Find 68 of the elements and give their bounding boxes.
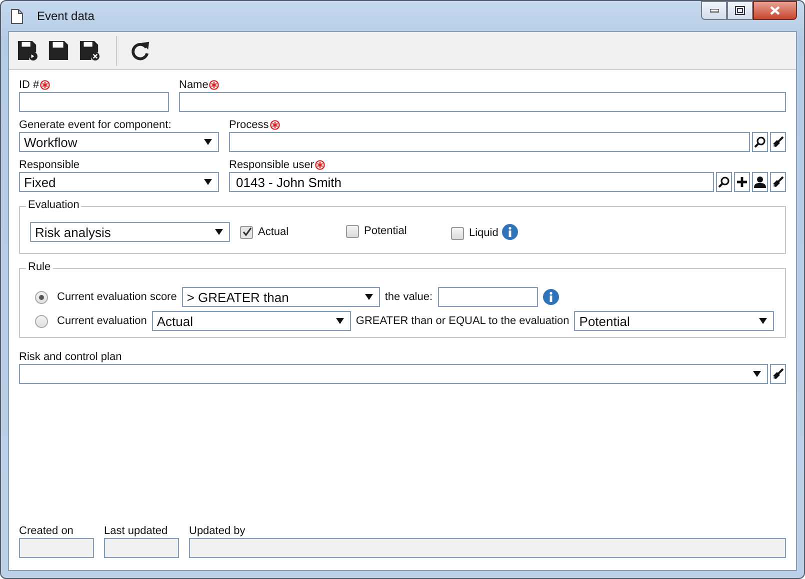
- responsible-dropdown[interactable]: Fixed: [19, 172, 219, 192]
- value-label: the value:: [384, 291, 433, 303]
- field-label: Name: [179, 79, 208, 91]
- field-label: Last updated: [104, 525, 168, 537]
- component-dropdown[interactable]: Workflow: [19, 132, 219, 152]
- search-button[interactable]: [752, 132, 768, 152]
- brush-icon: [772, 368, 784, 380]
- evaluation-dropdown[interactable]: Actual: [152, 311, 351, 331]
- radio-button[interactable]: [35, 290, 48, 304]
- evaluation-dropdown[interactable]: Risk analysis: [30, 222, 230, 242]
- search-icon: [754, 136, 766, 148]
- restore-icon: [735, 6, 745, 15]
- add-button[interactable]: [734, 172, 750, 192]
- clear-button[interactable]: [770, 132, 786, 152]
- field-label: Responsible user: [229, 159, 314, 171]
- caret-icon: [364, 294, 373, 300]
- operator-dropdown[interactable]: > GREATER than: [182, 287, 380, 307]
- info-icon[interactable]: [542, 289, 559, 305]
- clear-button[interactable]: [770, 364, 786, 384]
- field-label: Created on: [19, 525, 74, 537]
- name-input[interactable]: [179, 92, 786, 112]
- evaluation-dropdown[interactable]: Potential: [574, 311, 774, 331]
- field-label: Responsible: [19, 159, 80, 171]
- save-icon[interactable]: [48, 40, 69, 61]
- field-label: Updated by: [189, 525, 246, 537]
- search-button[interactable]: [716, 172, 732, 192]
- field-label: ID #: [19, 79, 40, 91]
- checkbox[interactable]: Potential: [346, 224, 451, 238]
- clear-button[interactable]: [770, 172, 786, 192]
- check-icon: [242, 227, 252, 237]
- field-label: Risk and control plan: [19, 351, 122, 363]
- field-label: Generate event for component:: [19, 119, 172, 131]
- save-new-icon[interactable]: [17, 40, 38, 61]
- caret-icon: [759, 318, 768, 324]
- option-label: Current evaluation: [57, 315, 147, 327]
- user-button[interactable]: [752, 172, 768, 192]
- minimize-icon: [710, 8, 718, 12]
- close-button[interactable]: [753, 1, 797, 20]
- brush-icon: [772, 176, 784, 188]
- process-input[interactable]: [229, 132, 750, 152]
- field-label: Process: [229, 119, 269, 131]
- refresh-icon[interactable]: [130, 40, 151, 61]
- maximize-button[interactable]: [727, 1, 753, 20]
- responsible-user-input[interactable]: 0143 - John Smith: [229, 172, 714, 192]
- caret-icon: [753, 371, 761, 377]
- search-icon: [718, 176, 730, 188]
- checkbox[interactable]: Actual: [240, 226, 346, 238]
- user-icon: [754, 176, 766, 188]
- id-input[interactable]: [19, 92, 169, 112]
- brush-icon: [772, 136, 784, 148]
- group-legend: Evaluation: [26, 199, 82, 211]
- caret-icon: [336, 318, 344, 324]
- group-legend: Rule: [26, 261, 53, 273]
- window-title: Event data: [37, 9, 94, 23]
- document-icon: [11, 8, 23, 24]
- minimize-button[interactable]: [701, 1, 727, 20]
- option-label: Current evaluation score: [57, 291, 177, 303]
- info-icon[interactable]: [502, 224, 518, 240]
- checkbox[interactable]: Liquid: [451, 226, 502, 240]
- comparison-label: GREATER than or EQUAL to the evaluation: [356, 315, 570, 327]
- caret-icon: [204, 179, 212, 185]
- caret-icon: [215, 229, 223, 235]
- save-close-icon[interactable]: [79, 40, 100, 61]
- radio-button[interactable]: [35, 314, 48, 328]
- caret-icon: [204, 139, 212, 145]
- close-icon: [770, 6, 780, 15]
- plus-icon: [736, 176, 748, 188]
- value-input[interactable]: [438, 287, 538, 307]
